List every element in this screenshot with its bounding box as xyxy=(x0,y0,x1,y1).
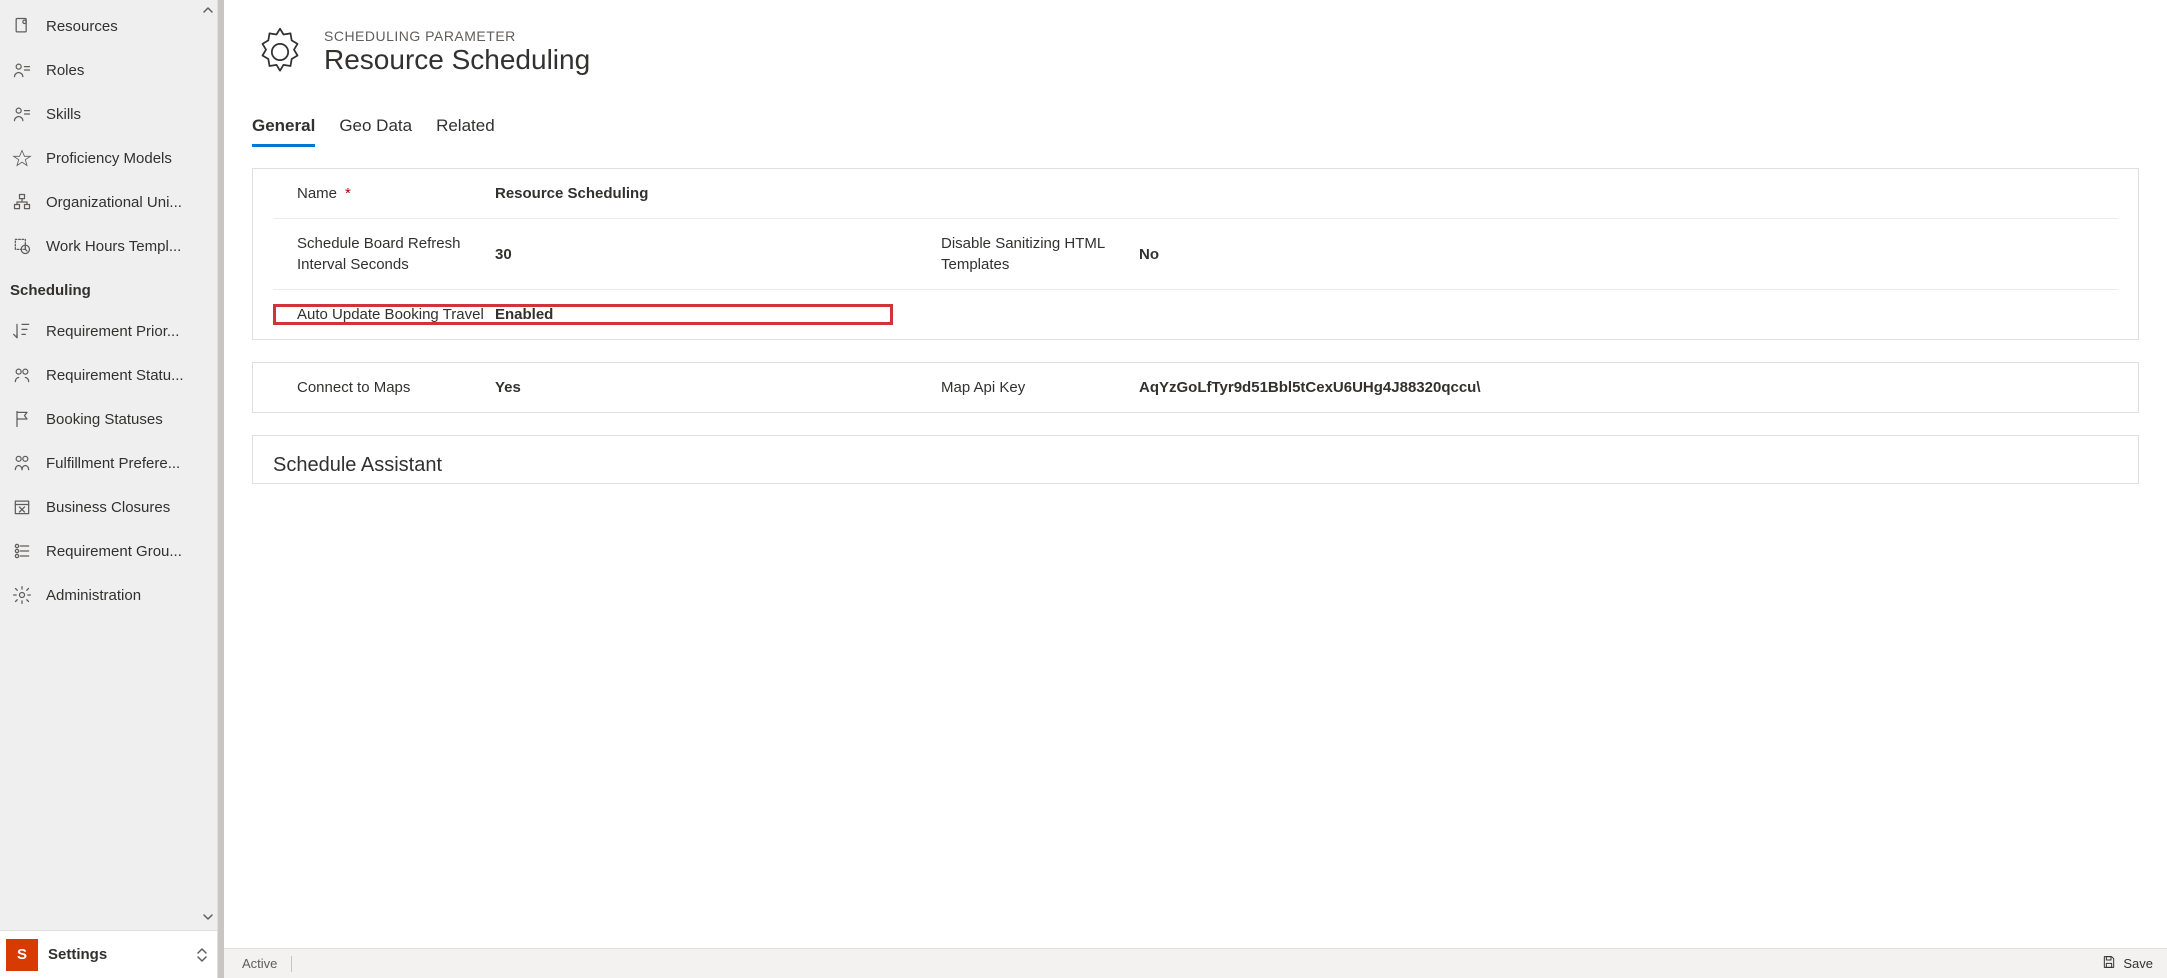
page-eyebrow: SCHEDULING PARAMETER xyxy=(324,28,590,44)
area-tile: S xyxy=(6,939,38,971)
tab-related[interactable]: Related xyxy=(436,108,495,146)
field-value[interactable]: AqYzGoLfTyr9d51Bbl5tCexU6UHg4J88320qccu\ xyxy=(1139,379,1597,396)
sidebar-item-label: Administration xyxy=(46,587,141,604)
roles-icon xyxy=(12,60,32,80)
sidebar-item-label: Requirement Prior... xyxy=(46,323,179,340)
sidebar-item-administration[interactable]: Administration xyxy=(0,573,217,617)
work-hours-icon xyxy=(12,236,32,256)
field-label: Map Api Key xyxy=(941,377,1131,398)
area-switcher-chevrons-icon xyxy=(197,947,207,963)
field-name[interactable]: Name * Resource Scheduling xyxy=(273,183,893,204)
sidebar-item-proficiency-models[interactable]: Proficiency Models xyxy=(0,136,217,180)
required-marker: * xyxy=(345,183,351,204)
scroll-down-icon[interactable] xyxy=(202,911,214,926)
sidebar-item-fulfillment-preferences[interactable]: Fulfillment Prefere... xyxy=(0,441,217,485)
scroll-up-icon[interactable] xyxy=(202,4,214,19)
record-status: Active xyxy=(242,956,277,971)
skills-icon xyxy=(12,104,32,124)
field-map-api-key[interactable]: Map Api Key AqYzGoLfTyr9d51Bbl5tCexU6UHg… xyxy=(917,377,1597,398)
req-status-icon xyxy=(12,365,32,385)
field-label: Disable Sanitizing HTML Templates xyxy=(941,233,1131,275)
sidebar-scroll-indicator xyxy=(199,0,217,930)
flag-icon xyxy=(12,409,32,429)
sidebar-item-skills[interactable]: Skills xyxy=(0,92,217,136)
field-label: Auto Update Booking Travel xyxy=(297,304,487,325)
main: SCHEDULING PARAMETER Resource Scheduling… xyxy=(218,0,2167,978)
sidebar-item-label: Organizational Uni... xyxy=(46,194,182,211)
page-header: SCHEDULING PARAMETER Resource Scheduling xyxy=(252,24,2139,80)
statusbar-divider xyxy=(291,956,292,972)
field-value[interactable]: Resource Scheduling xyxy=(495,185,893,202)
sidebar-item-label: Work Hours Templ... xyxy=(46,238,181,255)
statusbar: Active Save xyxy=(224,948,2167,978)
sidebar-item-requirement-statuses[interactable]: Requirement Statu... xyxy=(0,353,217,397)
tab-general[interactable]: General xyxy=(252,108,315,146)
sidebar-item-resources[interactable]: Resources xyxy=(0,4,217,48)
section-title-schedule-assistant: Schedule Assistant xyxy=(273,436,2118,483)
sidebar-item-label: Skills xyxy=(46,106,81,123)
field-auto-update-booking-travel[interactable]: Auto Update Booking Travel Enabled xyxy=(273,304,893,325)
sidebar-item-label: Resources xyxy=(46,18,118,35)
priority-icon xyxy=(12,321,32,341)
field-value[interactable]: Enabled xyxy=(495,306,893,323)
sidebar-item-business-closures[interactable]: Business Closures xyxy=(0,485,217,529)
save-button[interactable]: Save xyxy=(2101,954,2153,973)
field-value[interactable]: 30 xyxy=(495,246,893,263)
panel-schedule-assistant: Schedule Assistant xyxy=(252,435,2139,484)
sidebar-item-label: Requirement Statu... xyxy=(46,367,184,384)
app-frame: Resources Roles Skills Proficiency Model… xyxy=(0,0,2167,978)
sidebar-section-scheduling: Scheduling xyxy=(0,268,217,309)
panel-general: Name * Resource Scheduling Schedule Boar… xyxy=(252,168,2139,340)
resources-icon xyxy=(12,16,32,36)
field-connect-to-maps[interactable]: Connect to Maps Yes xyxy=(273,377,893,398)
gear-icon xyxy=(12,585,32,605)
fulfillment-icon xyxy=(12,453,32,473)
star-icon xyxy=(12,148,32,168)
sidebar-item-label: Booking Statuses xyxy=(46,411,163,428)
content-scroll[interactable]: SCHEDULING PARAMETER Resource Scheduling… xyxy=(224,0,2167,948)
closure-icon xyxy=(12,497,32,517)
field-refresh-interval[interactable]: Schedule Board Refresh Interval Seconds … xyxy=(273,233,893,275)
sidebar: Resources Roles Skills Proficiency Model… xyxy=(0,0,218,978)
field-disable-sanitize-html[interactable]: Disable Sanitizing HTML Templates No xyxy=(917,233,1537,275)
field-label: Name xyxy=(297,183,337,204)
org-unit-icon xyxy=(12,192,32,212)
req-group-icon xyxy=(12,541,32,561)
sidebar-item-requirement-groups[interactable]: Requirement Grou... xyxy=(0,529,217,573)
sidebar-item-label: Business Closures xyxy=(46,499,170,516)
sidebar-item-work-hours-templates[interactable]: Work Hours Templ... xyxy=(0,224,217,268)
field-label: Connect to Maps xyxy=(297,377,487,398)
field-value[interactable]: No xyxy=(1139,246,1537,263)
save-label: Save xyxy=(2123,956,2153,971)
panel-maps: Connect to Maps Yes Map Api Key AqYzGoLf… xyxy=(252,362,2139,413)
sidebar-nav: Resources Roles Skills Proficiency Model… xyxy=(0,0,217,930)
field-value[interactable]: Yes xyxy=(495,379,893,396)
tab-geo-data[interactable]: Geo Data xyxy=(339,108,412,146)
save-icon xyxy=(2101,954,2117,973)
field-label: Schedule Board Refresh Interval Seconds xyxy=(297,233,487,275)
tabstrip: General Geo Data Related xyxy=(252,108,2139,146)
sidebar-item-label: Roles xyxy=(46,62,84,79)
sidebar-item-organizational-units[interactable]: Organizational Uni... xyxy=(0,180,217,224)
page-title: Resource Scheduling xyxy=(324,44,590,76)
sidebar-item-label: Proficiency Models xyxy=(46,150,172,167)
sidebar-item-label: Fulfillment Prefere... xyxy=(46,455,180,472)
sidebar-item-label: Requirement Grou... xyxy=(46,543,182,560)
sidebar-item-booking-statuses[interactable]: Booking Statuses xyxy=(0,397,217,441)
area-switcher[interactable]: S Settings xyxy=(0,930,217,978)
area-label: Settings xyxy=(48,946,187,963)
sidebar-item-requirement-priorities[interactable]: Requirement Prior... xyxy=(0,309,217,353)
sidebar-item-roles[interactable]: Roles xyxy=(0,48,217,92)
page-gear-icon xyxy=(252,24,308,80)
